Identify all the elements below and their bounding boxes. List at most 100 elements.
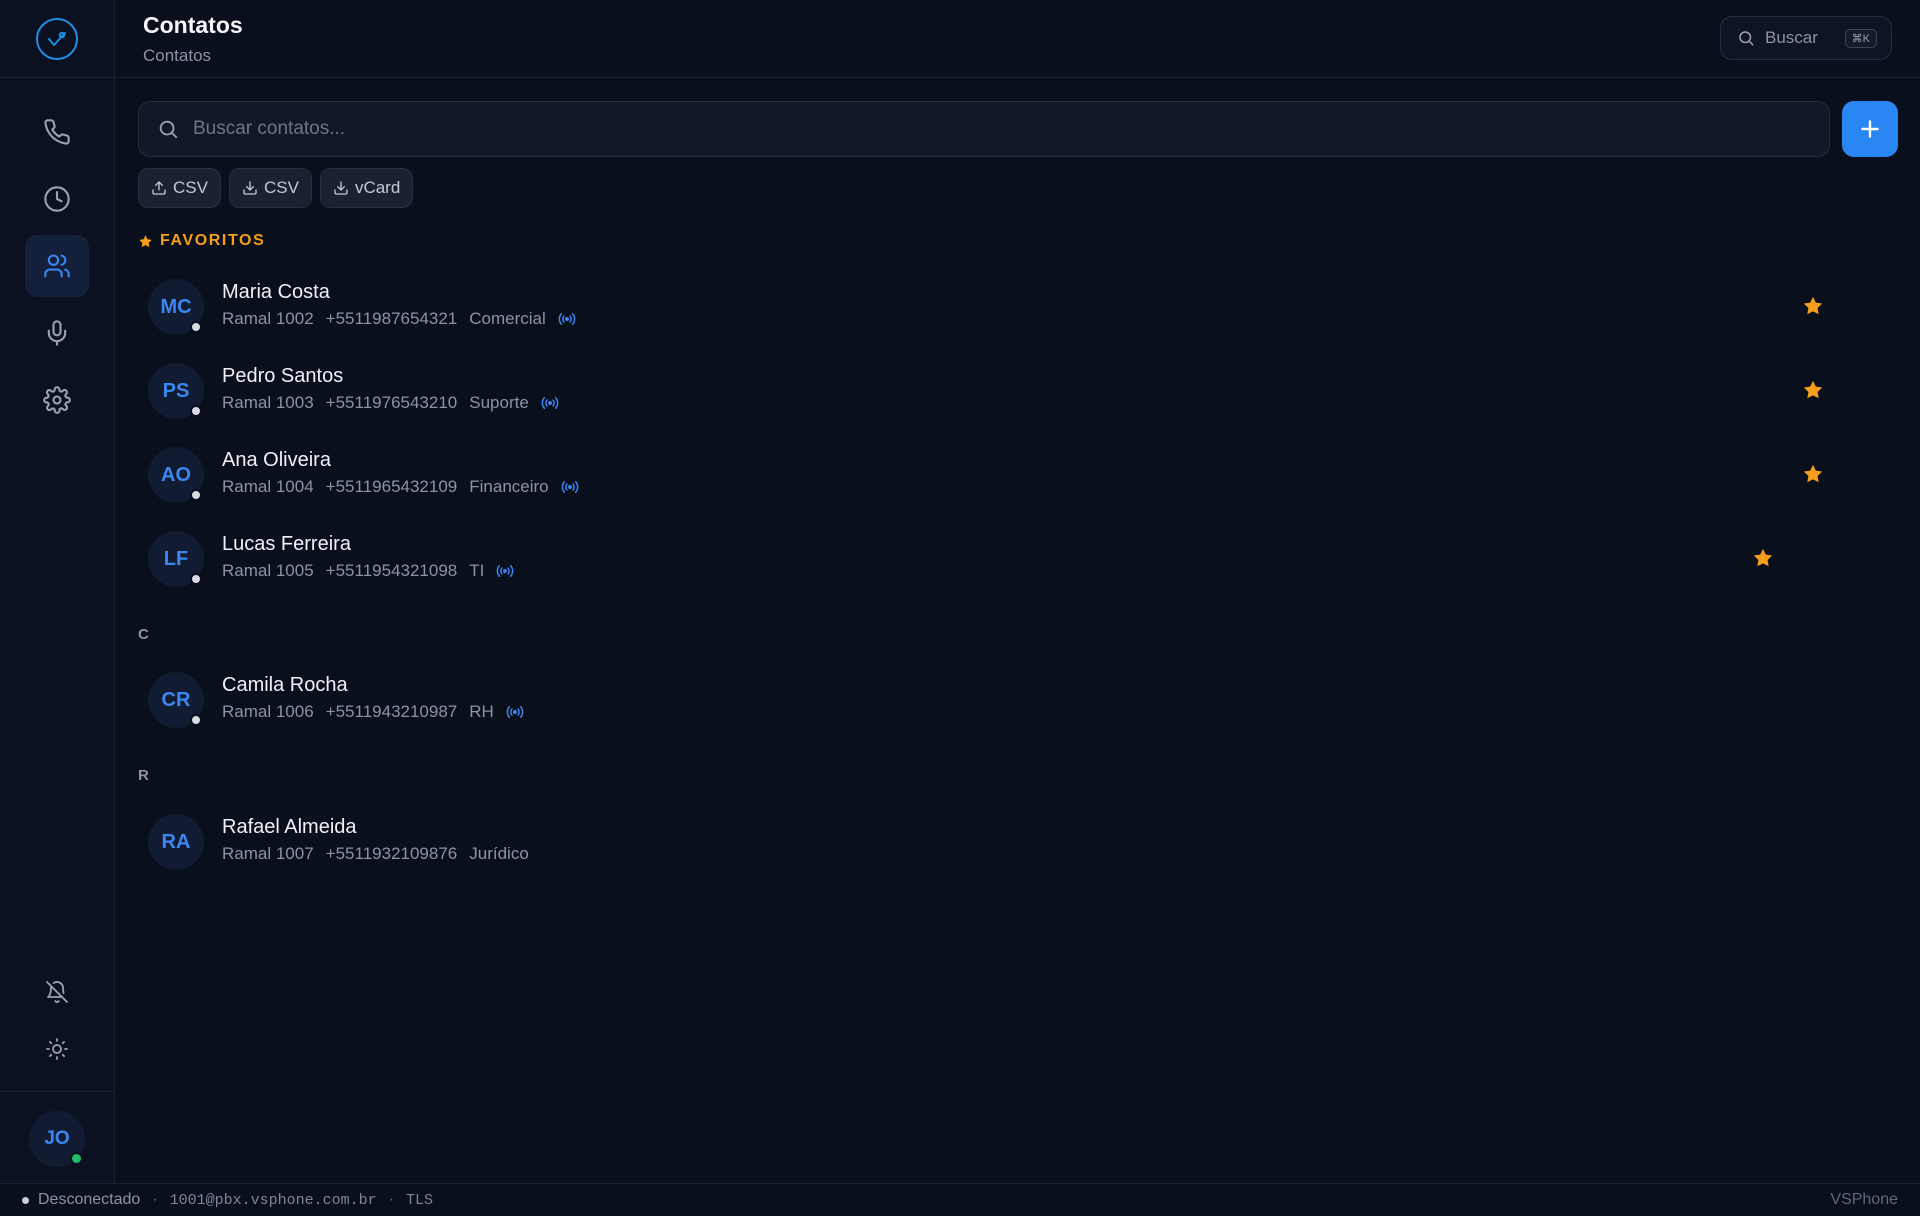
contact-extension: Ramal 1005 <box>222 561 314 580</box>
export-vcard-label: vCard <box>354 178 401 197</box>
sidebar: JO <box>0 0 115 1183</box>
download-icon <box>243 181 257 195</box>
sun-icon <box>46 1038 68 1060</box>
contact-department: Jurídico <box>469 844 529 863</box>
contact-extension: Ramal 1004 <box>222 477 314 496</box>
contact-extension: Ramal 1006 <box>222 702 314 721</box>
separator: · <box>388 1191 394 1208</box>
plus-icon <box>1861 120 1879 138</box>
add-contact-button[interactable] <box>1842 101 1898 157</box>
user-status-dot <box>70 1152 83 1165</box>
contact-avatar: PS <box>148 363 204 419</box>
contact-avatar: RA <box>148 814 204 870</box>
contact-avatar: AO <box>148 447 204 503</box>
contact-department: TI <box>469 561 485 580</box>
contact-meta: Ramal 1003 +5511976543210 Suporte <box>222 393 559 413</box>
user-avatar[interactable]: JO <box>29 1111 85 1167</box>
sip-account: 1001@pbx.vsphone.com.br <box>169 1191 377 1209</box>
users-icon <box>44 254 70 278</box>
contact-phone: +5511987654321 <box>325 309 458 328</box>
contact-row[interactable]: CR Camila Rocha Ramal 1006 +551194321098… <box>138 660 1838 740</box>
broadcast-icon <box>506 706 524 718</box>
nav-calls[interactable] <box>25 101 89 163</box>
search-icon <box>159 120 178 139</box>
nav-contacts[interactable] <box>25 235 89 297</box>
nav-settings[interactable] <box>25 369 89 431</box>
export-csv-button[interactable]: CSV <box>228 168 312 208</box>
import-csv-button[interactable]: CSV <box>138 168 221 208</box>
contact-row[interactable]: AO Ana Oliveira Ramal 1004 +551196543210… <box>138 435 1838 515</box>
header: Contatos Contatos Buscar ⌘K <box>115 0 1920 78</box>
presence-dot <box>190 489 202 501</box>
upload-icon <box>152 181 166 195</box>
contact-row[interactable]: RA Rafael Almeida Ramal 1007 +5511932109… <box>138 802 1838 882</box>
section-header-r: R <box>138 767 149 784</box>
contact-initials: RA <box>161 830 191 853</box>
notifications-toggle[interactable] <box>25 970 89 1014</box>
star-icon <box>139 234 152 247</box>
separator: · <box>152 1191 158 1208</box>
contact-name: Camila Rocha <box>222 674 348 696</box>
favorite-star-icon[interactable] <box>1802 463 1824 485</box>
contact-row[interactable]: MC Maria Costa Ramal 1002 +5511987654321… <box>138 267 1838 347</box>
nav-history[interactable] <box>25 168 89 230</box>
logo-area <box>0 0 114 78</box>
contact-meta: Ramal 1004 +5511965432109 Financeiro <box>222 477 579 497</box>
search-icon <box>1739 31 1754 46</box>
contact-phone: +5511965432109 <box>325 477 458 496</box>
contact-initials: MC <box>160 295 192 318</box>
contact-extension: Ramal 1003 <box>222 393 314 412</box>
contact-meta: Ramal 1007 +5511932109876 Jurídico <box>222 844 529 864</box>
clock-icon <box>44 186 70 212</box>
contact-initials: CR <box>161 688 191 711</box>
nav-recordings[interactable] <box>25 302 89 364</box>
contact-initials: PS <box>162 379 190 402</box>
presence-dot <box>190 714 202 726</box>
contact-name: Ana Oliveira <box>222 449 331 471</box>
favorite-star-icon[interactable] <box>1752 547 1774 569</box>
contact-phone: +5511932109876 <box>325 844 458 863</box>
contact-name: Lucas Ferreira <box>222 533 351 555</box>
app-logo-icon[interactable] <box>36 17 78 60</box>
contact-name: Maria Costa <box>222 281 330 303</box>
gear-icon <box>43 386 71 414</box>
contact-phone: +5511943210987 <box>325 702 458 721</box>
contact-search-input[interactable] <box>193 118 1829 140</box>
contact-meta: Ramal 1005 +5511954321098 TI <box>222 561 514 581</box>
favorite-star-icon[interactable] <box>1802 379 1824 401</box>
contact-avatar: LF <box>148 531 204 587</box>
broadcast-icon <box>561 481 578 493</box>
broadcast-icon <box>497 565 514 577</box>
contact-avatar: CR <box>148 672 204 728</box>
contact-department: Comercial <box>469 309 546 328</box>
contact-extension: Ramal 1002 <box>222 309 314 328</box>
contact-name: Rafael Almeida <box>222 816 357 838</box>
keyboard-shortcut-badge: ⌘K <box>1844 28 1877 48</box>
transport-protocol: TLS <box>406 1191 434 1209</box>
user-initials: JO <box>44 1128 70 1149</box>
contact-department: RH <box>469 702 494 721</box>
presence-dot <box>190 573 202 585</box>
favorite-star-icon[interactable] <box>1802 295 1824 317</box>
contact-row[interactable]: LF Lucas Ferreira Ramal 1005 +5511954321… <box>138 519 1838 599</box>
sidebar-divider <box>0 1091 115 1092</box>
contact-phone: +5511954321098 <box>325 561 458 580</box>
contact-department: Suporte <box>469 393 529 412</box>
broadcast-icon <box>541 397 559 409</box>
export-vcard-button[interactable]: vCard <box>319 168 414 208</box>
page-title: Contatos <box>143 12 243 38</box>
global-search-button[interactable]: Buscar ⌘K <box>1720 16 1892 60</box>
contact-meta: Ramal 1002 +5511987654321 Comercial <box>222 309 576 329</box>
contact-row[interactable]: PS Pedro Santos Ramal 1003 +551197654321… <box>138 351 1838 431</box>
import-csv-label: CSV <box>173 178 208 197</box>
connection-status-dot <box>22 1196 29 1204</box>
microphone-icon <box>47 320 67 346</box>
broadcast-icon <box>558 313 576 325</box>
bell-off-icon <box>46 981 68 1003</box>
theme-toggle[interactable] <box>25 1027 89 1071</box>
section-header-c: C <box>138 626 149 643</box>
export-csv-label: CSV <box>263 178 299 197</box>
download-icon <box>334 181 348 195</box>
contact-search-box <box>138 101 1830 157</box>
presence-dot <box>190 405 202 417</box>
